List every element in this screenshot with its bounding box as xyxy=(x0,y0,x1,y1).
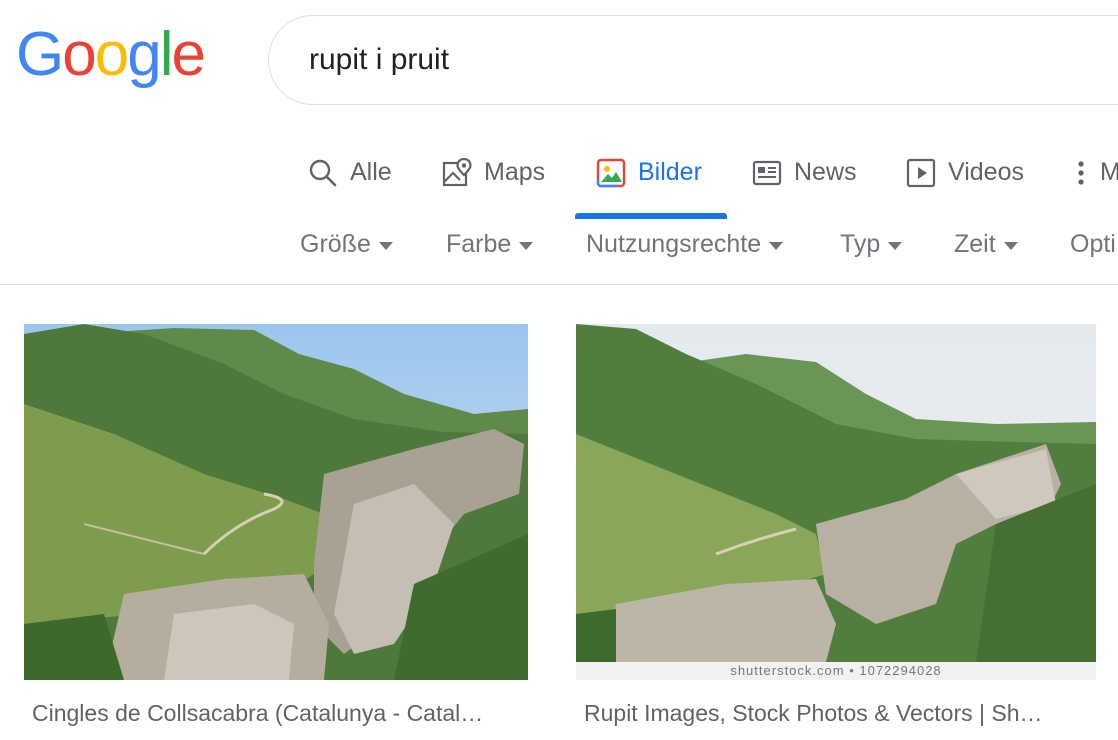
result-caption[interactable]: Cingles de Collsacabra (Catalunya - Cata… xyxy=(32,700,483,727)
tab-maps[interactable]: Maps xyxy=(442,150,545,220)
image-result[interactable]: Cingles de Collsacabra (Catalunya - Cata… xyxy=(24,324,528,726)
logo-letter: o xyxy=(94,20,130,89)
image-result[interactable]: shutterstock.com • 1072294028 Rupit Imag… xyxy=(576,324,1096,726)
tab-alle[interactable]: Alle xyxy=(308,150,392,220)
result-caption[interactable]: Rupit Images, Stock Photos & Vectors | S… xyxy=(584,700,1043,727)
logo-letter: o xyxy=(62,20,97,89)
google-images-page: Google Alle Maps xyxy=(0,0,1118,740)
stock-watermark: shutterstock.com • 1072294028 xyxy=(576,662,1096,680)
filter-label: Zeit xyxy=(954,230,996,258)
filter-usage-rights[interactable]: Nutzungsrechte xyxy=(586,230,784,259)
image-icon xyxy=(596,158,626,188)
tab-label: Videos xyxy=(948,158,1024,186)
tab-label: News xyxy=(794,158,857,186)
filter-type[interactable]: Typ xyxy=(840,230,903,259)
map-pin-icon xyxy=(442,158,472,187)
filter-label: Opti xyxy=(1070,230,1116,258)
caret-down-icon xyxy=(1003,242,1018,250)
filter-color[interactable]: Farbe xyxy=(446,230,534,259)
filter-time[interactable]: Zeit xyxy=(954,230,1018,259)
logo-letter: e xyxy=(171,20,206,89)
caret-down-icon xyxy=(769,242,784,250)
result-thumbnail[interactable] xyxy=(576,324,1096,662)
caret-down-icon xyxy=(888,242,903,250)
tab-more[interactable]: M xyxy=(1074,150,1118,220)
tab-label: Maps xyxy=(484,158,546,186)
result-thumbnail[interactable] xyxy=(24,324,528,680)
search-box[interactable] xyxy=(268,15,1118,105)
newspaper-icon xyxy=(752,160,782,186)
filter-label: Nutzungsrechte xyxy=(586,230,762,258)
header-divider xyxy=(0,284,1118,285)
more-vert-icon xyxy=(1078,161,1084,185)
filter-label: Typ xyxy=(840,230,881,258)
search-icon xyxy=(309,159,337,187)
search-tabs: Alle Maps Bilder News Videos M xyxy=(0,150,1118,220)
google-logo[interactable]: Google xyxy=(16,20,206,89)
logo-letter: l xyxy=(159,20,174,89)
tab-label: M xyxy=(1100,158,1118,186)
filter-label: Farbe xyxy=(446,230,512,258)
filter-bar: Größe Farbe Nutzungsrechte Typ Zeit Opti xyxy=(0,230,1118,270)
filter-size[interactable]: Größe xyxy=(300,230,393,259)
caret-down-icon xyxy=(519,242,534,250)
logo-letter: G xyxy=(16,20,64,89)
filter-tools[interactable]: Opti xyxy=(1070,230,1116,259)
tab-label: Alle xyxy=(350,158,392,186)
tab-news[interactable]: News xyxy=(752,150,857,220)
filter-label: Größe xyxy=(300,230,371,258)
tab-videos[interactable]: Videos xyxy=(906,150,1024,220)
play-icon xyxy=(906,158,936,188)
search-input[interactable] xyxy=(309,40,1069,80)
logo-letter: g xyxy=(127,20,162,89)
active-tab-indicator xyxy=(575,213,727,219)
tab-label: Bilder xyxy=(638,158,702,186)
caret-down-icon xyxy=(378,242,393,250)
tab-bilder[interactable]: Bilder xyxy=(596,150,702,220)
